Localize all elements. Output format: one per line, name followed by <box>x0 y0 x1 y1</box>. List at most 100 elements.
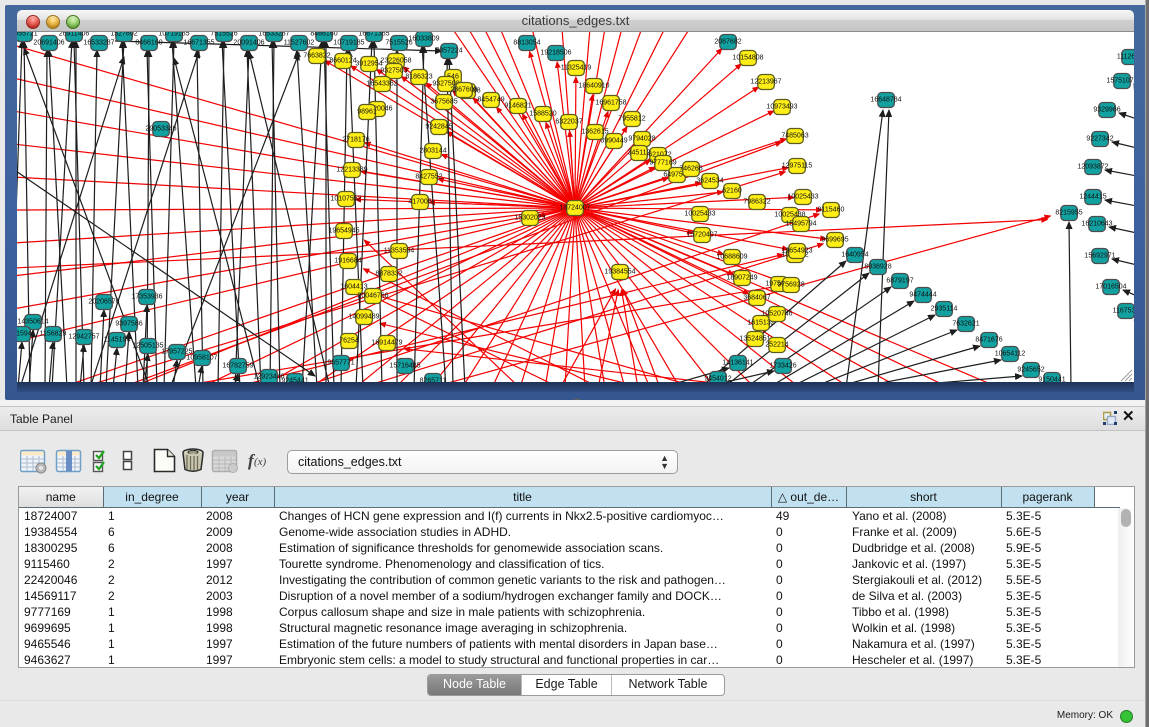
svg-text:12505135: 12505135 <box>132 343 163 350</box>
svg-text:8990449: 8990449 <box>600 138 627 145</box>
svg-text:10958107: 10958107 <box>186 355 217 362</box>
svg-text:1604413: 1604413 <box>340 284 367 291</box>
svg-text:345112: 345112 <box>628 150 651 157</box>
svg-text:9327503: 9327503 <box>380 68 407 75</box>
svg-text:16671355: 16671355 <box>183 40 214 47</box>
svg-text:14099489: 14099489 <box>348 314 379 321</box>
svg-text:18907249: 18907249 <box>726 275 757 282</box>
svg-text:16533287: 16533287 <box>83 40 114 47</box>
svg-text:19384554: 19384554 <box>604 269 635 276</box>
svg-text:1112644: 1112644 <box>1117 54 1134 61</box>
svg-text:10154808: 10154808 <box>732 55 763 62</box>
svg-text:2718176: 2718176 <box>342 137 369 144</box>
svg-text:8660124: 8660124 <box>329 58 356 65</box>
svg-text:6879197: 6879197 <box>886 278 913 285</box>
svg-text:26911406: 26911406 <box>59 32 90 38</box>
svg-text:9657771: 9657771 <box>327 360 354 367</box>
svg-text:9794028: 9794028 <box>628 136 655 143</box>
svg-text:15495794: 15495794 <box>785 221 816 228</box>
svg-text:9115460: 9115460 <box>818 207 845 214</box>
svg-text:7485063: 7485063 <box>781 133 808 140</box>
svg-text:1733426: 1733426 <box>769 363 796 370</box>
svg-text:12923446: 12923446 <box>253 374 284 381</box>
svg-text:14136141: 14136141 <box>722 360 753 367</box>
svg-text:8265711: 8265711 <box>420 378 447 383</box>
svg-text:8427552: 8427552 <box>415 174 442 181</box>
svg-text:10654112: 10654112 <box>995 351 1026 358</box>
svg-text:15751074: 15751074 <box>1106 78 1134 85</box>
svg-text:10025433: 10025433 <box>787 194 818 201</box>
svg-text:20691406: 20691406 <box>33 40 64 47</box>
svg-text:3912954: 3912954 <box>355 61 382 68</box>
svg-text:8938928: 8938928 <box>864 264 891 271</box>
svg-text:1362615: 1362615 <box>581 129 608 136</box>
svg-text:417006: 417006 <box>408 199 431 206</box>
svg-text:9699695: 9699695 <box>821 237 848 244</box>
svg-text:17016504: 17016504 <box>1095 284 1126 291</box>
svg-text:16533287: 16533287 <box>258 32 289 38</box>
svg-text:2935114: 2935114 <box>931 306 958 313</box>
svg-text:9454012: 9454012 <box>704 376 731 383</box>
svg-text:7357224: 7357224 <box>435 48 462 55</box>
svg-text:9245441: 9245441 <box>281 378 308 383</box>
svg-text:16782759: 16782759 <box>222 363 253 370</box>
svg-text:16671355: 16671355 <box>358 32 389 38</box>
svg-text:11325419: 11325419 <box>561 65 592 72</box>
svg-text:8186323: 8186323 <box>405 74 432 81</box>
svg-text:9146821: 9146821 <box>504 103 531 110</box>
svg-text:9397586: 9397586 <box>115 321 142 328</box>
svg-text:8215955: 8215955 <box>1055 210 1082 217</box>
svg-text:15302023: 15302023 <box>514 215 545 222</box>
svg-text:98961: 98961 <box>357 109 377 116</box>
svg-text:10719185: 10719185 <box>333 40 364 47</box>
svg-text:3675685: 3675685 <box>430 99 457 106</box>
svg-text:16543362: 16543362 <box>366 81 397 88</box>
svg-text:20206576: 20206576 <box>88 299 119 306</box>
svg-text:7515526: 7515526 <box>210 32 237 38</box>
svg-text:12213389: 12213389 <box>336 167 367 174</box>
svg-text:9756928: 9756928 <box>777 282 804 289</box>
svg-text:19654923: 19654923 <box>781 248 812 255</box>
svg-text:2087682: 2087682 <box>714 39 741 46</box>
svg-text:7955812: 7955812 <box>618 116 645 123</box>
svg-text:16914479: 16914479 <box>371 340 402 347</box>
svg-text:9150441: 9150441 <box>1038 377 1065 383</box>
svg-text:20091406: 20091406 <box>233 40 264 47</box>
svg-text:16961758: 16961758 <box>595 100 626 107</box>
svg-text:1145194: 1145194 <box>104 337 131 344</box>
svg-text:8878332: 8878332 <box>375 271 402 278</box>
svg-text:8466160: 8466160 <box>135 40 162 47</box>
svg-text:12093872: 12093872 <box>1077 164 1108 171</box>
svg-text:6322037: 6322037 <box>555 119 582 126</box>
svg-text:10025433: 10025433 <box>684 211 715 218</box>
svg-text:8813054: 8813054 <box>513 40 540 47</box>
svg-text:15716485: 15716485 <box>389 363 420 370</box>
svg-text:10107552: 10107552 <box>330 196 361 203</box>
svg-text:7663822: 7663822 <box>303 53 330 60</box>
svg-text:746266: 746266 <box>679 166 702 173</box>
svg-text:252214: 252214 <box>765 342 788 349</box>
svg-text:9777169: 9777169 <box>649 160 676 167</box>
svg-text:29053346: 29053346 <box>145 126 176 133</box>
svg-text:20046766: 20046766 <box>357 293 388 300</box>
svg-text:8471676: 8471676 <box>975 337 1002 344</box>
svg-text:8466160: 8466160 <box>310 32 337 38</box>
svg-text:10688609: 10688609 <box>716 254 747 261</box>
svg-text:1640954: 1640954 <box>841 252 868 259</box>
svg-text:18640910: 18640910 <box>578 83 609 90</box>
svg-text:9329966: 9329966 <box>1093 107 1120 114</box>
svg-text:17353936: 17353936 <box>131 294 162 301</box>
svg-text:3684067: 3684067 <box>743 295 770 302</box>
svg-text:2867608: 2867608 <box>450 87 477 94</box>
svg-text:12213967: 12213967 <box>750 79 781 86</box>
svg-text:3915941: 3915941 <box>17 331 36 338</box>
svg-text:3624534: 3624534 <box>696 178 723 185</box>
svg-text:4055721: 4055721 <box>17 32 38 38</box>
svg-text:16648784: 16648784 <box>870 97 901 104</box>
svg-text:12975115: 12975115 <box>782 163 813 170</box>
svg-text:19218506: 19218506 <box>540 50 571 57</box>
svg-text:62160: 62160 <box>722 188 742 195</box>
svg-text:18724007: 18724007 <box>559 205 590 212</box>
svg-text:76254: 76254 <box>339 338 359 345</box>
svg-text:1244415: 1244415 <box>1079 194 1106 201</box>
